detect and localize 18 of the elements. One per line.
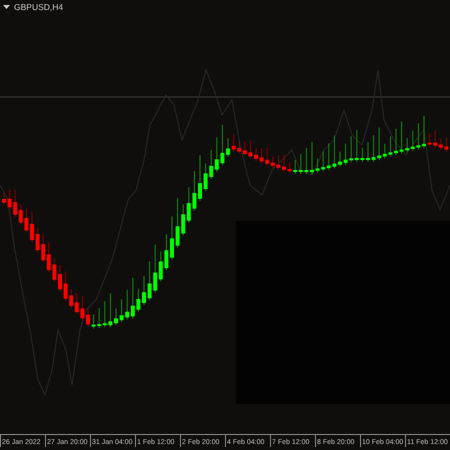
candlestick <box>310 141 314 175</box>
candlestick <box>142 276 146 306</box>
candlestick <box>198 154 202 202</box>
candlestick <box>366 142 370 162</box>
chart-title: GBPUSD,H4 <box>14 2 64 12</box>
candlestick <box>30 211 34 243</box>
candlestick <box>282 154 286 172</box>
candlestick <box>170 216 174 260</box>
dropdown-icon[interactable] <box>3 4 10 10</box>
candlestick <box>2 192 6 206</box>
candlestick <box>422 115 426 149</box>
candlestick <box>226 138 230 158</box>
candlestick <box>86 308 90 327</box>
candlestick <box>254 148 258 162</box>
candlestick <box>58 264 62 292</box>
candlestick <box>394 128 398 156</box>
candlestick <box>338 151 342 168</box>
candlestick <box>114 308 118 326</box>
